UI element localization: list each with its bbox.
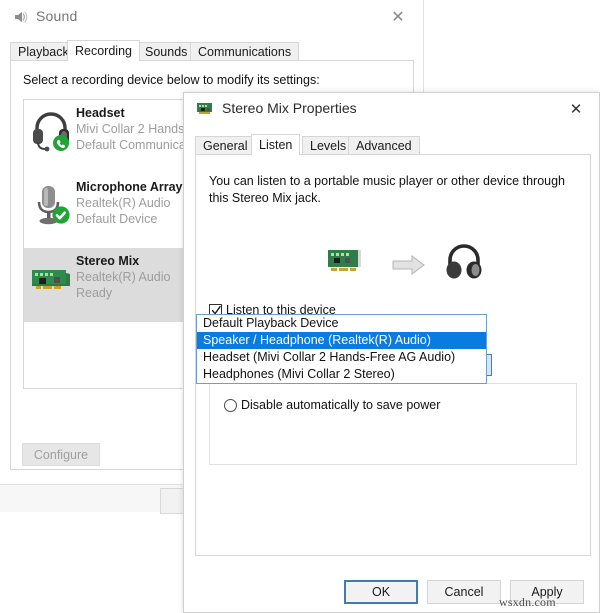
tab-general[interactable]: General [195,136,256,154]
tab-recording[interactable]: Recording [67,40,140,61]
dropdown-option-speaker[interactable]: Speaker / Headphone (Realtek(R) Audio) [197,332,486,349]
phone-badge-icon [53,135,69,151]
arrow-right-icon [392,255,426,278]
watermark-text: wsxdn.com [499,595,556,609]
ok-button[interactable]: OK [344,580,418,604]
dropdown-option-headphones[interactable]: Headphones (Mivi Collar 2 Stereo) [197,366,486,383]
radio-unselected-icon [224,399,237,412]
tab-advanced[interactable]: Advanced [348,136,420,154]
playback-device-dropdown-list[interactable]: Default Playback Device Speaker / Headph… [196,314,487,384]
sound-titlebar: Sound ✕ [0,0,423,34]
dropdown-option-headset[interactable]: Headset (Mivi Collar 2 Hands-Free AG Aud… [197,349,486,366]
tab-communications[interactable]: Communications [190,42,300,60]
close-icon[interactable]: ✕ [561,98,591,120]
sound-card-icon [197,102,214,115]
power-management-group: Disable automatically to save power [209,383,577,465]
speaker-icon [12,9,28,25]
sound-card-icon [328,247,364,278]
cancel-button[interactable]: Cancel [427,580,501,604]
power-radio-label: Disable automatically to save power [241,398,441,412]
dropdown-option-default[interactable]: Default Playback Device [197,315,486,332]
configure-button[interactable]: Configure [22,443,100,466]
tab-listen[interactable]: Listen [251,134,301,155]
headphones-icon [444,241,484,286]
microphone-icon [30,182,74,228]
properties-title: Stereo Mix Properties [222,100,357,116]
tab-levels[interactable]: Levels [302,136,355,154]
tab-sounds[interactable]: Sounds [137,42,196,60]
listen-description: You can listen to a portable music playe… [209,174,565,205]
sound-tabstrip: Playback Recording Sounds Communications [10,40,414,61]
headset-icon [30,108,74,154]
listen-flow-graphic [196,239,592,291]
sound-card-icon [30,256,74,302]
recording-hint-text: Select a recording device below to modif… [23,73,320,87]
sound-window-title: Sound [36,8,78,24]
properties-titlebar: Stereo Mix Properties ✕ [184,93,599,126]
close-icon[interactable]: ✕ [383,6,413,28]
